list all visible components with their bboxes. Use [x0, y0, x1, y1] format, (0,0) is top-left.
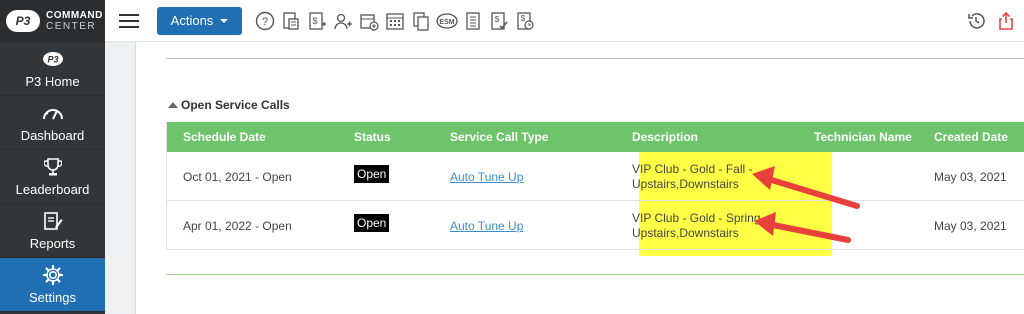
report-edit-icon [43, 210, 63, 232]
sidebar-item-p3-home[interactable]: P3 P3 Home [0, 42, 105, 96]
svg-text:$: $ [312, 16, 317, 26]
service-call-type-link[interactable]: Auto Tune Up [450, 219, 523, 233]
schedule-date: Apr 01, 2022 - Open [183, 219, 292, 233]
brand-logo[interactable]: P3 COMMAND CENTER [0, 0, 105, 42]
esm-icon-text: ESM [439, 19, 454, 26]
section-toggle[interactable]: Open Service Calls [168, 98, 290, 112]
col-service-call-type[interactable]: Service Call Type [450, 130, 549, 144]
table-header: Schedule Date Status Service Call Type D… [167, 122, 1024, 152]
sidebar-item-reports[interactable]: Reports [0, 204, 105, 258]
section-title: Open Service Calls [181, 98, 290, 112]
col-status[interactable]: Status [354, 130, 391, 144]
sidebar-item-settings[interactable]: Settings [0, 258, 105, 312]
add-invoice-icon[interactable]: $ [305, 9, 329, 33]
sidebar-item-label: Reports [29, 236, 76, 251]
col-created-date[interactable]: Created Date [934, 130, 1008, 144]
p3-home-icon: P3 [42, 48, 64, 70]
calendar-icon[interactable] [383, 9, 407, 33]
esm-icon[interactable]: ESM [435, 9, 459, 33]
top-toolbar: Actions ? $ ESM $ $ [105, 0, 1024, 42]
export-icon[interactable] [994, 9, 1018, 33]
sidebar-item-label: Dashboard [20, 128, 85, 143]
copy-docs-icon[interactable] [409, 9, 433, 33]
created-date: May 03, 2021 [934, 170, 1007, 184]
description-line2: Upstairs,Downstairs [632, 177, 739, 191]
sidebar-item-label: Leaderboard [15, 182, 90, 197]
description-line1: VIP Club - Gold - Spring [632, 211, 761, 225]
gear-icon [42, 264, 64, 286]
sidebar-item-label: P3 Home [25, 74, 80, 89]
brand-line1: COMMAND [46, 10, 103, 21]
status-badge: Open [354, 165, 390, 183]
add-schedule-icon[interactable] [357, 9, 381, 33]
divider [166, 274, 1024, 275]
svg-text:$: $ [521, 14, 526, 23]
help-icon[interactable]: ? [253, 9, 277, 33]
actions-label: Actions [170, 13, 214, 28]
col-description[interactable]: Description [632, 130, 698, 144]
table-row[interactable]: Oct 01, 2021 - Open Open Auto Tune Up VI… [167, 152, 1024, 201]
service-calls-table: Schedule Date Status Service Call Type D… [166, 122, 1024, 256]
sidebar-item-leaderboard[interactable]: Leaderboard [0, 150, 105, 204]
schedule-date: Oct 01, 2021 - Open [183, 170, 292, 184]
svg-text:P3: P3 [47, 55, 58, 65]
caret-down-icon [220, 18, 229, 23]
history-icon[interactable] [964, 9, 988, 33]
sidebar-item-label: Settings [29, 290, 76, 305]
actions-button[interactable]: Actions [157, 6, 242, 35]
calculator-doc-icon[interactable] [279, 9, 303, 33]
sidebar: P3 COMMAND CENTER P3 P3 Home Dashboard L… [0, 0, 105, 314]
brand-line2: CENTER [46, 21, 97, 32]
approved-doc-icon[interactable]: $ [487, 9, 511, 33]
service-call-type-link[interactable]: Auto Tune Up [450, 170, 523, 184]
description-line1: VIP Club - Gold - Fall - [632, 162, 753, 176]
toolbar-icons: ? $ ESM $ $ [253, 9, 539, 33]
divider [166, 58, 1024, 59]
table-row[interactable]: Apr 01, 2022 - Open Open Auto Tune Up VI… [167, 201, 1024, 250]
list-doc-icon[interactable] [461, 9, 485, 33]
menu-toggle-icon[interactable] [119, 13, 139, 28]
svg-text:$: $ [495, 15, 500, 24]
svg-text:?: ? [262, 16, 268, 28]
add-user-icon[interactable] [331, 9, 355, 33]
content-panel: Open Service Calls Schedule Date Status … [135, 42, 1024, 314]
col-technician-name[interactable]: Technician Name [814, 130, 912, 144]
collapse-triangle-icon [168, 102, 178, 108]
doc-clock-icon[interactable]: $ [513, 9, 537, 33]
gauge-icon [41, 102, 65, 124]
created-date: May 03, 2021 [934, 219, 1007, 233]
content-gutter [105, 42, 135, 314]
description-line2: Upstairs,Downstairs [632, 226, 739, 240]
sidebar-item-dashboard[interactable]: Dashboard [0, 96, 105, 150]
status-badge: Open [354, 214, 390, 232]
trophy-icon [43, 156, 62, 178]
col-schedule-date[interactable]: Schedule Date [183, 130, 266, 144]
brand-badge: P3 [6, 10, 40, 32]
